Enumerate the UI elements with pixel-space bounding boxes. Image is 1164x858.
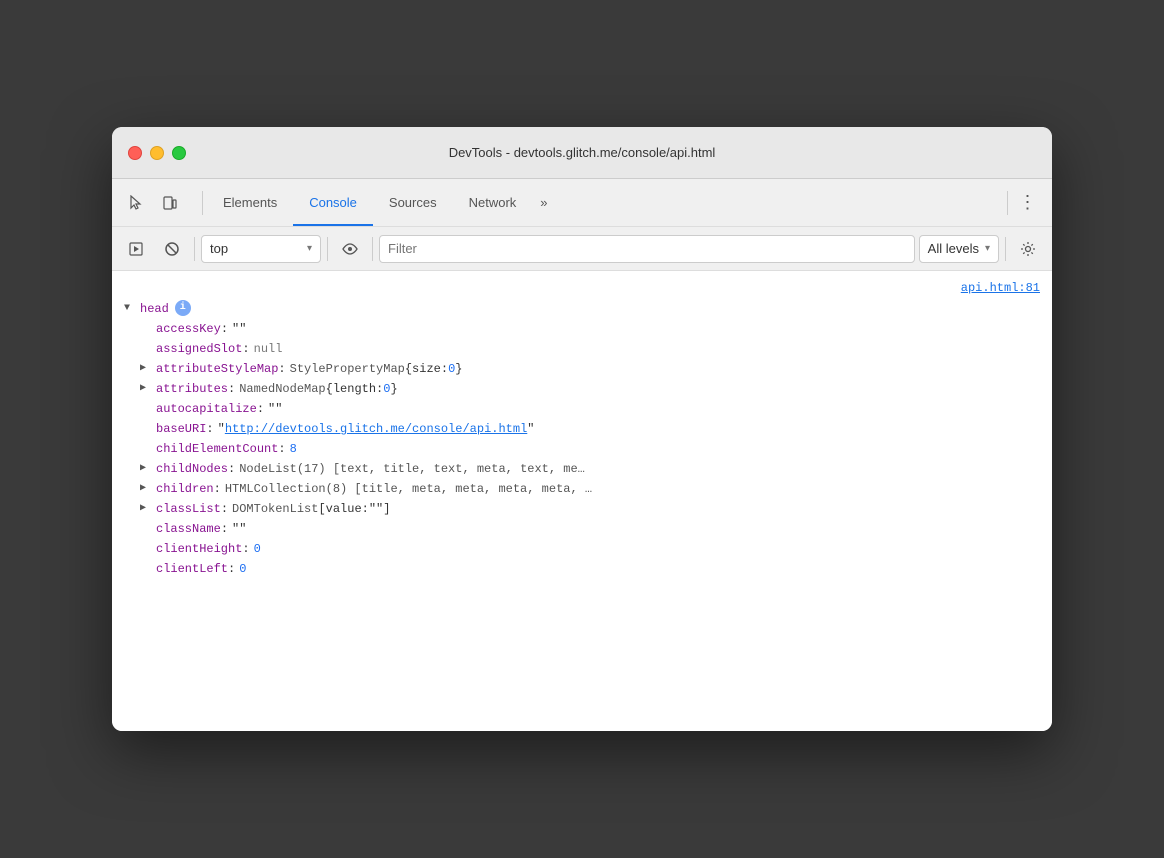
tab-console[interactable]: Console <box>293 179 373 226</box>
console-output: api.html:81 ▼ head i accessKey : "" assi… <box>112 271 1052 731</box>
childNodes-expand[interactable]: ▶ <box>140 460 152 478</box>
prop-childElementCount: childElementCount : 8 <box>112 439 1052 459</box>
classList-expand[interactable]: ▶ <box>140 500 152 518</box>
toolbar-separator-2 <box>327 237 328 261</box>
tabs: Elements Console Sources Network » <box>207 179 1003 226</box>
console-toolbar: top ▾ All levels ▾ <box>112 227 1052 271</box>
prop-accessKey: accessKey : "" <box>112 319 1052 339</box>
prop-autocapitalize: autocapitalize : "" <box>112 399 1052 419</box>
no-expand <box>140 400 152 418</box>
device-icon <box>162 195 178 211</box>
maximize-button[interactable] <box>172 146 186 160</box>
device-toolbar-button[interactable] <box>154 187 186 219</box>
window-title: DevTools - devtools.glitch.me/console/ap… <box>449 145 716 160</box>
head-expand-arrow[interactable]: ▼ <box>124 300 136 318</box>
log-levels-selector[interactable]: All levels ▾ <box>919 235 999 263</box>
no-expand <box>140 520 152 538</box>
tab-elements[interactable]: Elements <box>207 179 293 226</box>
no-expand <box>140 320 152 338</box>
prop-attributeStyleMap: ▶ attributeStyleMap : StylePropertyMap {… <box>112 359 1052 379</box>
context-arrow-icon: ▾ <box>307 243 312 254</box>
no-expand <box>140 440 152 458</box>
no-expand <box>140 340 152 358</box>
info-badge[interactable]: i <box>175 300 191 316</box>
toolbar-separator-1 <box>194 237 195 261</box>
eye-icon <box>341 240 359 258</box>
title-bar: DevTools - devtools.glitch.me/console/ap… <box>112 127 1052 179</box>
traffic-lights <box>128 146 186 160</box>
tab-bar-right-separator <box>1007 191 1008 215</box>
run-snippet-button[interactable] <box>120 233 152 265</box>
levels-arrow-icon: ▾ <box>985 243 990 254</box>
tab-controls <box>120 187 186 219</box>
close-button[interactable] <box>128 146 142 160</box>
prop-clientHeight: clientHeight : 0 <box>112 539 1052 559</box>
tab-bar-right: ⋮ <box>1003 187 1044 219</box>
context-selector[interactable]: top ▾ <box>201 235 321 263</box>
prop-className: className : "" <box>112 519 1052 539</box>
prop-children: ▶ children : HTMLCollection(8) [title, m… <box>112 479 1052 499</box>
source-link[interactable]: api.html:81 <box>112 279 1052 299</box>
children-expand[interactable]: ▶ <box>140 480 152 498</box>
ban-icon <box>164 241 180 257</box>
toolbar-separator-3 <box>372 237 373 261</box>
prop-clientLeft: clientLeft : 0 <box>112 559 1052 579</box>
inspect-element-button[interactable] <box>120 187 152 219</box>
attributes-expand[interactable]: ▶ <box>140 380 152 398</box>
devtools-menu-button[interactable]: ⋮ <box>1012 187 1044 219</box>
play-icon <box>128 241 144 257</box>
attributeStyleMap-expand[interactable]: ▶ <box>140 360 152 378</box>
tab-network[interactable]: Network <box>453 179 533 226</box>
no-expand <box>140 540 152 558</box>
tab-separator <box>202 191 203 215</box>
no-expand <box>140 420 152 438</box>
prop-baseURI: baseURI : "http://devtools.glitch.me/con… <box>112 419 1052 439</box>
toolbar-separator-4 <box>1005 237 1006 261</box>
cursor-icon <box>128 195 144 211</box>
baseuri-url[interactable]: http://devtools.glitch.me/console/api.ht… <box>225 420 527 438</box>
no-expand <box>140 560 152 578</box>
tab-sources[interactable]: Sources <box>373 179 453 226</box>
prop-assignedSlot: assignedSlot : null <box>112 339 1052 359</box>
minimize-button[interactable] <box>150 146 164 160</box>
head-label: head <box>140 300 169 318</box>
tab-bar: Elements Console Sources Network » ⋮ <box>112 179 1052 227</box>
settings-button[interactable] <box>1012 233 1044 265</box>
tab-more[interactable]: » <box>532 179 555 226</box>
eye-button[interactable] <box>334 233 366 265</box>
prop-classList: ▶ classList : DOMTokenList [value: "" ] <box>112 499 1052 519</box>
prop-childNodes: ▶ childNodes : NodeList(17) [text, title… <box>112 459 1052 479</box>
filter-input[interactable] <box>379 235 915 263</box>
gear-icon <box>1020 241 1036 257</box>
clear-console-button[interactable] <box>156 233 188 265</box>
devtools-window: DevTools - devtools.glitch.me/console/ap… <box>112 127 1052 731</box>
head-entry: ▼ head i <box>112 299 1052 319</box>
prop-attributes: ▶ attributes : NamedNodeMap {length: 0 } <box>112 379 1052 399</box>
